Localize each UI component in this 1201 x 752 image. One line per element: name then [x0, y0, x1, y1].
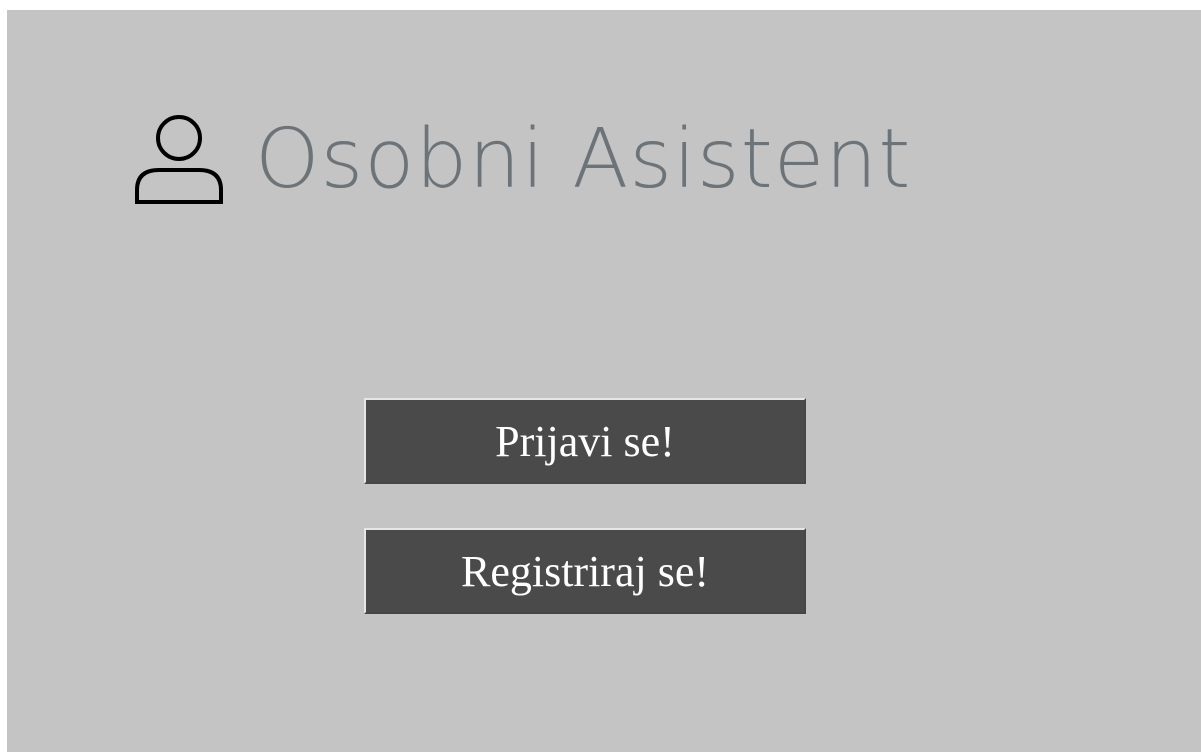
app-header: Osobni Asistent	[131, 105, 911, 215]
app-container: Osobni Asistent Prijavi se! Registriraj …	[7, 10, 1201, 752]
user-icon	[135, 115, 223, 204]
register-button[interactable]: Registriraj se!	[364, 528, 806, 614]
login-button[interactable]: Prijavi se!	[364, 398, 806, 484]
app-title: Osobni Asistent	[255, 112, 912, 207]
